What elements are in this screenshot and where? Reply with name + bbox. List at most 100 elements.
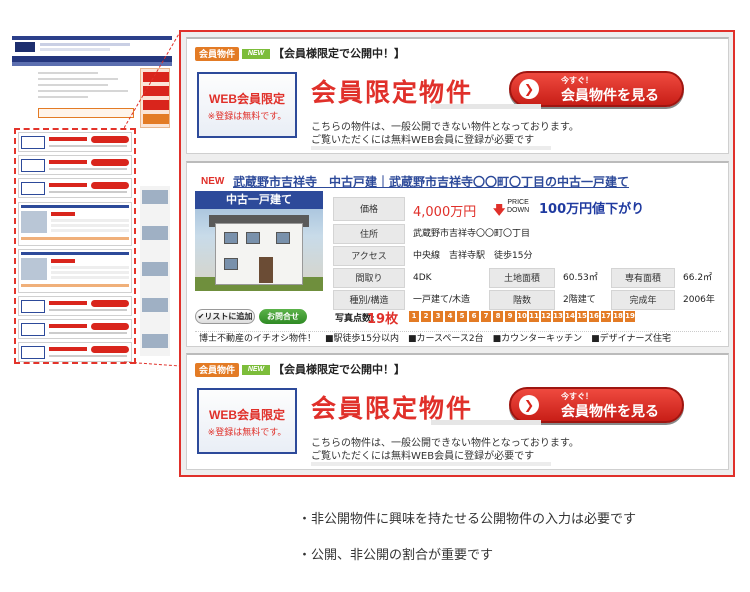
thumb-header-line <box>40 48 110 51</box>
thumb-member-card <box>18 342 132 362</box>
member-description: ご覧いただくには無料WEB会員に登録が必要です <box>311 135 535 146</box>
spec-label-floor-area: 専有面積 <box>611 268 675 288</box>
thumb-text-line <box>38 78 118 80</box>
listing-title-link[interactable]: 武蔵野市吉祥寺 中古戸建｜武蔵野市吉祥寺〇〇町〇丁目の中古一戸建て <box>233 173 629 190</box>
photo-thumbnail-number[interactable]: 13 <box>553 311 563 322</box>
photo-thumbnail-number[interactable]: 8 <box>493 311 503 322</box>
note-line: ・非公開物件に興味を持たせる公開物件の入力は必要です <box>298 512 637 527</box>
spec-label-built: 完成年 <box>611 290 675 310</box>
thumb-member-card <box>18 132 132 152</box>
photo-thumbnail-number[interactable]: 18 <box>613 311 623 322</box>
blurred-text <box>311 146 551 150</box>
thumb-listing <box>18 249 132 293</box>
thumb-text-line <box>38 90 128 92</box>
thumb-member-card <box>18 178 132 198</box>
photo-thumbnail-number[interactable]: 1 <box>409 311 419 322</box>
price-down-bottom: DOWN <box>507 207 530 214</box>
arrow-down-icon: 🡇 <box>493 203 506 217</box>
chevron-right-icon: ❯ <box>519 395 539 415</box>
photo-thumbnail-number[interactable]: 9 <box>505 311 515 322</box>
layout-value: 4DK <box>413 273 432 283</box>
land-area-value: 60.53㎡ <box>563 273 598 283</box>
property-photo[interactable]: 中古一戸建て <box>195 191 323 291</box>
price-drop-value: 100万円値下がり <box>539 202 645 217</box>
member-only-card: 会員物件 NEW 【会員様限定で公開中！】 WEB会員限定 ※登録は無料です。 … <box>186 37 729 154</box>
photo-thumbnail-number[interactable]: 14 <box>565 311 575 322</box>
button-label: 会員物件を見る <box>561 88 659 104</box>
member-description: ご覧いただくには無料WEB会員に登録が必要です <box>311 451 535 462</box>
thumb-logo <box>15 42 35 52</box>
member-badge: 会員物件 <box>195 47 240 61</box>
floor-area-value: 66.2㎡ <box>683 273 713 283</box>
photo-count: 19枚 <box>367 312 399 327</box>
new-tag: NEW <box>242 49 270 59</box>
thumb-text-line <box>38 84 108 86</box>
price-down-badge: PRICE DOWN <box>507 199 529 215</box>
spec-label-access: アクセス <box>333 246 405 266</box>
zoom-connector <box>124 31 181 367</box>
photo-thumbnail-number[interactable]: 3 <box>433 311 443 322</box>
photo-thumbnail-number[interactable]: 2 <box>421 311 431 322</box>
thumb-member-card <box>18 155 132 175</box>
member-header: 【会員様限定で公開中！】 <box>273 47 405 60</box>
web-member-box: WEB会員限定 ※登録は無料です。 <box>197 72 297 138</box>
photo-thumbnail-number[interactable]: 10 <box>517 311 527 322</box>
member-badge: 会員物件 <box>195 363 240 377</box>
photo-thumbnail-number[interactable]: 4 <box>445 311 455 322</box>
inquiry-button[interactable]: お問合せ <box>259 309 307 324</box>
new-label: NEW <box>201 176 225 187</box>
web-member-note: ※登録は無料です。 <box>207 428 287 438</box>
blurred-text <box>311 462 551 466</box>
blurred-text <box>431 420 541 425</box>
spec-label-land-area: 土地面積 <box>489 268 555 288</box>
property-listing-card: NEW 武蔵野市吉祥寺 中古戸建｜武蔵野市吉祥寺〇〇町〇丁目の中古一戸建て 中古… <box>186 161 729 347</box>
button-label: 会員物件を見る <box>561 404 659 420</box>
listing-comment: 博士不動産のイチオシ物件！ ■駅徒歩15分以内 ■カースペース2台 ■カウンター… <box>195 331 721 345</box>
enlarged-listing-panel: 会員物件 NEW 【会員様限定で公開中！】 WEB会員限定 ※登録は無料です。 … <box>179 30 735 477</box>
photo-thumbnail-strip: 1 2 3 4 5 6 7 8 9 10 11 12 13 14 15 16 17 18 19 <box>409 311 635 322</box>
add-to-list-button[interactable]: ✔リストに追加 <box>195 309 255 324</box>
thumb-text-line <box>38 72 98 74</box>
thumb-member-card <box>18 296 132 316</box>
thumb-notice-box <box>38 108 134 118</box>
photo-thumbnail-number[interactable]: 16 <box>589 311 599 322</box>
member-header: 【会員様限定で公開中！】 <box>273 363 405 376</box>
photo-thumbnail-number[interactable]: 7 <box>481 311 491 322</box>
spec-label-layout: 間取り <box>333 268 405 288</box>
member-only-card: 会員物件 NEW 【会員様限定で公開中！】 WEB会員限定 ※登録は無料です。 … <box>186 353 729 470</box>
view-member-properties-button[interactable]: ❯ 今すぐ！ 会員物件を見る <box>509 71 684 107</box>
photo-thumbnail-number[interactable]: 11 <box>529 311 539 322</box>
blurred-text <box>431 104 541 109</box>
spec-label-price: 価格 <box>333 197 405 221</box>
property-type-label: 中古一戸建て <box>195 191 323 209</box>
built-value: 2006年 <box>683 295 715 305</box>
photo-thumbnail-number[interactable]: 6 <box>469 311 479 322</box>
thumb-listing <box>18 202 132 246</box>
type-value: 一戸建て/木造 <box>413 295 471 305</box>
thumb-member-card <box>18 319 132 339</box>
web-member-title: WEB会員限定 <box>209 408 285 422</box>
spec-label-type: 種別/構造 <box>333 290 405 310</box>
price-down-top: PRICE <box>507 199 529 206</box>
access-value: 中央線 吉祥寺駅 徒歩15分 <box>413 251 533 261</box>
view-member-properties-button[interactable]: ❯ 今すぐ！ 会員物件を見る <box>509 387 684 423</box>
web-member-note: ※登録は無料です。 <box>207 112 287 122</box>
photo-thumbnail-number[interactable]: 5 <box>457 311 467 322</box>
web-member-box: WEB会員限定 ※登録は無料です。 <box>197 388 297 454</box>
thumb-header-line <box>40 43 130 46</box>
chevron-right-icon: ❯ <box>519 79 539 99</box>
spec-label-address: 住所 <box>333 224 405 244</box>
photo-thumbnail-number[interactable]: 19 <box>625 311 635 322</box>
photo-thumbnail-number[interactable]: 17 <box>601 311 611 322</box>
floors-value: 2階建て <box>563 295 596 305</box>
photo-thumbnail-number[interactable]: 12 <box>541 311 551 322</box>
add-to-list-label: リストに追加 <box>204 312 253 321</box>
price-value: 4,000万円 <box>413 205 477 220</box>
note-line: ・公開、非公開の割合が重要です <box>298 548 494 563</box>
address-value: 武蔵野市吉祥寺〇〇町〇丁目 <box>413 229 531 239</box>
new-tag: NEW <box>242 365 270 375</box>
spec-label-floors: 階数 <box>489 290 555 310</box>
photo-thumbnail-number[interactable]: 15 <box>577 311 587 322</box>
web-member-title: WEB会員限定 <box>209 92 285 106</box>
thumb-text-line <box>38 96 88 98</box>
